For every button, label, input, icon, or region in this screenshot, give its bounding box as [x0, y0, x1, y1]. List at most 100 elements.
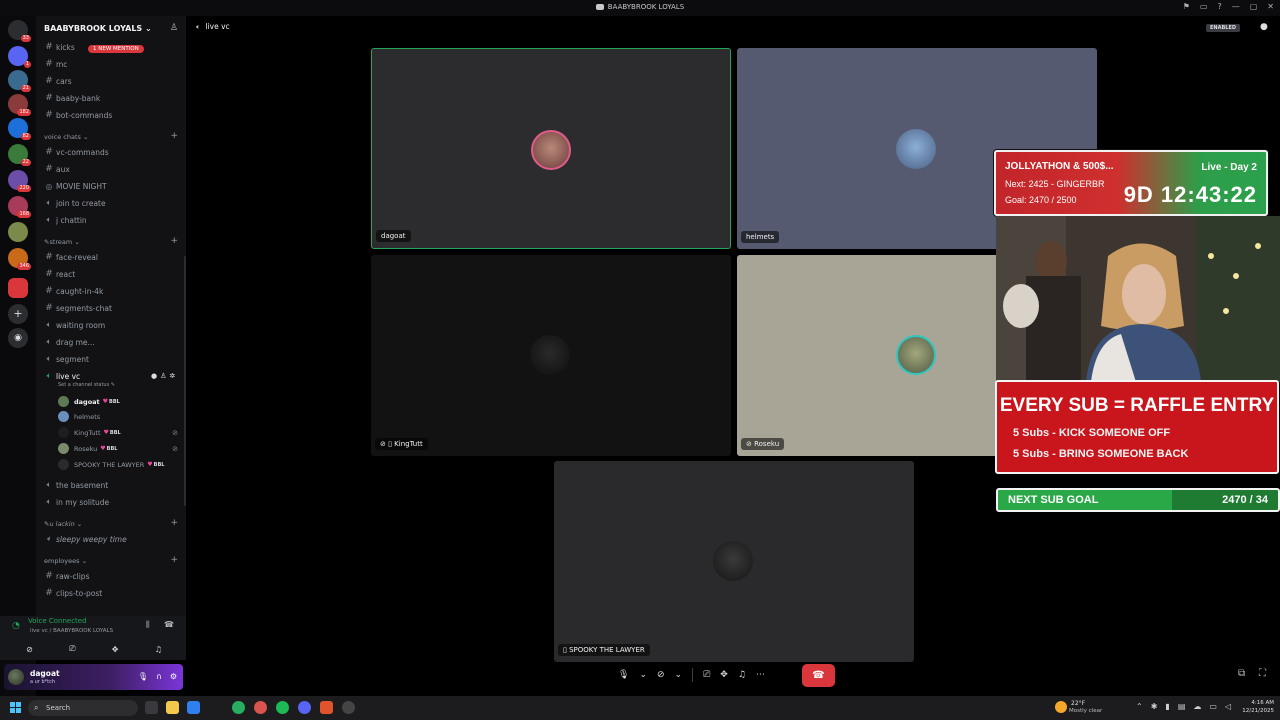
server-icon[interactable]: 82	[8, 118, 31, 140]
disconnect-icon[interactable]: ☎	[164, 620, 174, 629]
server-icon[interactable]	[8, 222, 28, 242]
settings-gear-icon[interactable]: ⚙	[170, 672, 177, 681]
soundboard-icon[interactable]: ♫	[155, 645, 162, 654]
server-icon[interactable]: 220	[8, 170, 31, 192]
enabled-badge[interactable]: ENABLED	[1206, 24, 1241, 32]
add-channel-icon[interactable]: +	[170, 518, 178, 528]
channel-status[interactable]: Set a channel status ✎	[58, 382, 115, 388]
activities-icon[interactable]: ✥	[720, 670, 728, 680]
channel-bot-commands[interactable]: # bot-commands	[42, 107, 182, 123]
channel-drag-me[interactable]: 🔈︎ drag me...	[42, 334, 182, 350]
cloud-icon[interactable]: ☁	[1193, 702, 1201, 711]
minimize-button[interactable]: —	[1232, 2, 1240, 11]
screen-share-icon[interactable]: ⎚	[703, 670, 710, 680]
mic-icon[interactable]: ▮	[1165, 702, 1169, 711]
chrome-icon[interactable]	[254, 701, 267, 714]
explorer-icon[interactable]	[187, 701, 200, 714]
add-member-icon[interactable]: ♙	[170, 23, 178, 33]
file-explorer-icon[interactable]	[166, 701, 179, 714]
chat-icon[interactable]: ●	[1260, 22, 1268, 32]
screen-share-icon[interactable]: ⎚	[69, 644, 75, 654]
camera-off-icon[interactable]: ⊘	[657, 670, 665, 680]
channel-react[interactable]: # react	[42, 266, 182, 282]
channel-movie-night[interactable]: ◎ MOVIE NIGHT	[42, 178, 182, 194]
windows-start-icon[interactable]	[10, 702, 21, 713]
username[interactable]: dagoat	[30, 669, 60, 678]
add-channel-icon[interactable]: +	[170, 555, 178, 565]
xbox-icon[interactable]	[232, 701, 245, 714]
channel-clips-to-post[interactable]: # clips-to-post	[42, 585, 182, 601]
task-view-icon[interactable]	[145, 701, 158, 714]
channel-mc[interactable]: # mc	[42, 56, 182, 72]
invite-icon[interactable]: ♙	[160, 372, 166, 380]
video-tile[interactable]: dagoat	[371, 48, 731, 249]
server-icon[interactable]: 182	[8, 94, 31, 116]
voice-user[interactable]: Roseku ♥ BBL ⊘	[58, 441, 182, 456]
direct-messages-icon[interactable]: 33	[8, 20, 31, 42]
chevron-up-icon[interactable]: ⌃	[1136, 702, 1143, 711]
channel-aux[interactable]: # aux	[42, 161, 182, 177]
voice-user[interactable]: dagoat ♥ BBL	[58, 394, 182, 409]
add-channel-icon[interactable]: +	[170, 236, 178, 246]
discover-icon[interactable]: ◉	[8, 328, 28, 348]
network-icon[interactable]: ▤	[1178, 702, 1186, 711]
voice-user[interactable]: helmets	[58, 409, 182, 424]
server-icon[interactable]: 22	[8, 144, 31, 166]
server-icon[interactable]: 168	[8, 196, 31, 218]
server-icon[interactable]	[8, 278, 28, 298]
channel-j-chattin[interactable]: 🔈︎ j chattin	[42, 212, 182, 228]
inbox-icon[interactable]: ⚑	[1183, 2, 1190, 11]
channel-vc-commands[interactable]: # vc-commands	[42, 144, 182, 160]
chat-icon[interactable]: ●	[151, 372, 157, 380]
voice-user[interactable]: SPOOKY THE LAWYER ♥ BBL	[58, 457, 182, 472]
spotify-icon[interactable]	[276, 701, 289, 714]
noise-suppression-icon[interactable]: ⫼	[146, 620, 150, 630]
disconnect-button[interactable]: ☎	[802, 664, 835, 687]
headphones-icon[interactable]: ∩	[156, 672, 162, 681]
channel-in-my-solitude[interactable]: 🔈︎ in my solitude	[42, 494, 182, 510]
channel-cars[interactable]: # cars	[42, 73, 182, 89]
video-tile[interactable]: ⊘ ▯ KingTutt	[371, 255, 731, 456]
channel-join-to-create[interactable]: 🔈︎ join to create	[42, 195, 182, 211]
channel-face-reveal[interactable]: # face-reveal	[42, 249, 182, 265]
chevron-down-icon[interactable]: ⌄	[639, 670, 647, 680]
weather-widget[interactable]: 22°F Mostly clear	[1055, 698, 1115, 718]
maximize-button[interactable]: ▢	[1250, 2, 1258, 11]
video-tile[interactable]: ▯ SPOOKY THE LAWYER	[554, 461, 914, 662]
display-icon[interactable]: ▭	[1209, 702, 1217, 711]
channel-waiting-room[interactable]: 🔈︎ waiting room	[42, 317, 182, 333]
chevron-down-icon[interactable]: ⌄	[675, 670, 683, 680]
settings-gear-icon[interactable]: ✲	[169, 372, 175, 380]
monitor-icon[interactable]: ▭	[1200, 2, 1208, 11]
microphone-icon[interactable]: 🎙︎	[618, 670, 629, 680]
channel-sleepy-weepy-time[interactable]: 🔈︎ sleepy weepy time	[42, 531, 182, 547]
avatar[interactable]	[8, 669, 24, 685]
camera-off-icon[interactable]: ⊘	[26, 645, 33, 654]
channel-the-basement[interactable]: 🔈︎ the basement	[42, 477, 182, 493]
clock[interactable]: 4:16 AM 12/21/2025	[1234, 699, 1274, 715]
channel-raw-clips[interactable]: # raw-clips	[42, 568, 182, 584]
fullscreen-icon[interactable]: ⛶	[1259, 668, 1266, 679]
channel-segments-chat[interactable]: # segments-chat	[42, 300, 182, 316]
server-icon[interactable]: 21	[8, 70, 31, 92]
help-icon[interactable]: ?	[1217, 2, 1221, 11]
add-channel-icon[interactable]: +	[170, 131, 178, 141]
more-icon[interactable]: ⋯	[756, 670, 765, 680]
server-icon[interactable]: 346	[8, 248, 31, 270]
voice-connected-channel[interactable]: live vc / BAABYBROOK LOYALS	[30, 628, 113, 634]
bluetooth-icon[interactable]: ✱	[1151, 702, 1158, 711]
brave-icon[interactable]	[320, 701, 333, 714]
microphone-icon[interactable]: 🎙︎	[138, 672, 148, 681]
volume-icon[interactable]: ◁	[1225, 702, 1231, 711]
voice-user[interactable]: KingTutt ♥ BBL ⊘	[58, 425, 182, 440]
discord-icon[interactable]	[298, 701, 311, 714]
add-server-icon[interactable]: +	[8, 304, 28, 324]
channel-caught-in-4k[interactable]: # caught-in-4k	[42, 283, 182, 299]
taskbar-search[interactable]: ⌕ Search	[28, 700, 138, 716]
scrollbar[interactable]	[184, 256, 186, 506]
server-icon[interactable]: 1	[8, 46, 31, 68]
close-button[interactable]: ✕	[1267, 2, 1274, 11]
server-header[interactable]: BAABYBROOK LOYALS ⌄ ♙	[36, 16, 186, 40]
channel-baaby-bank[interactable]: # baaby-bank	[42, 90, 182, 106]
obs-icon[interactable]	[342, 701, 355, 714]
